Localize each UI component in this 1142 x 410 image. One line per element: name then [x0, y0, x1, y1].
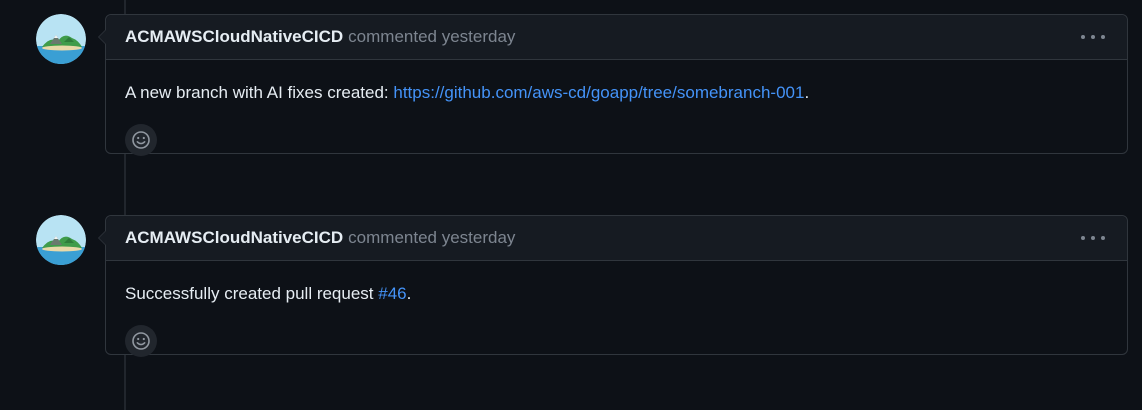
kebab-horizontal-icon[interactable]: [1081, 230, 1105, 246]
add-reaction-button[interactable]: [125, 124, 157, 156]
comment-timestamp[interactable]: commented yesterday: [348, 27, 515, 47]
comment-text-prefix: Successfully created pull request: [125, 284, 379, 303]
comment-author[interactable]: ACMAWSCloudNativeCICD: [125, 27, 343, 47]
comment-author[interactable]: ACMAWSCloudNativeCICD: [125, 228, 343, 248]
comment-card: ACMAWSCloudNativeCICD commented yesterda…: [98, 215, 1128, 357]
pull-request-link[interactable]: #46: [378, 284, 406, 303]
comment-header: ACMAWSCloudNativeCICD commented yesterda…: [106, 15, 1127, 60]
smiley-icon: [132, 332, 150, 350]
island-avatar-icon[interactable]: [36, 215, 86, 265]
comment-timestamp[interactable]: commented yesterday: [348, 228, 515, 248]
branch-link[interactable]: https://github.com/aws-cd/goapp/tree/som…: [393, 83, 804, 102]
smiley-icon: [132, 131, 150, 149]
comment-text: Successfully created pull request #46.: [125, 283, 1108, 305]
comment-text: A new branch with AI fixes created: http…: [125, 82, 1108, 104]
comment-text-prefix: A new branch with AI fixes created:: [125, 83, 394, 102]
comment-body: Successfully created pull request #46.: [106, 261, 1127, 357]
kebab-horizontal-icon[interactable]: [1081, 29, 1105, 45]
island-avatar-icon[interactable]: [36, 14, 86, 64]
comment-text-suffix: .: [804, 83, 810, 102]
comment-header: ACMAWSCloudNativeCICD commented yesterda…: [106, 216, 1127, 261]
comment-text-suffix: .: [406, 284, 412, 303]
comment-card: ACMAWSCloudNativeCICD commented yesterda…: [98, 14, 1128, 156]
comment-timeline: ACMAWSCloudNativeCICD commented yesterda…: [0, 0, 1142, 410]
add-reaction-button[interactable]: [125, 325, 157, 357]
comment-body: A new branch with AI fixes created: http…: [106, 60, 1127, 156]
